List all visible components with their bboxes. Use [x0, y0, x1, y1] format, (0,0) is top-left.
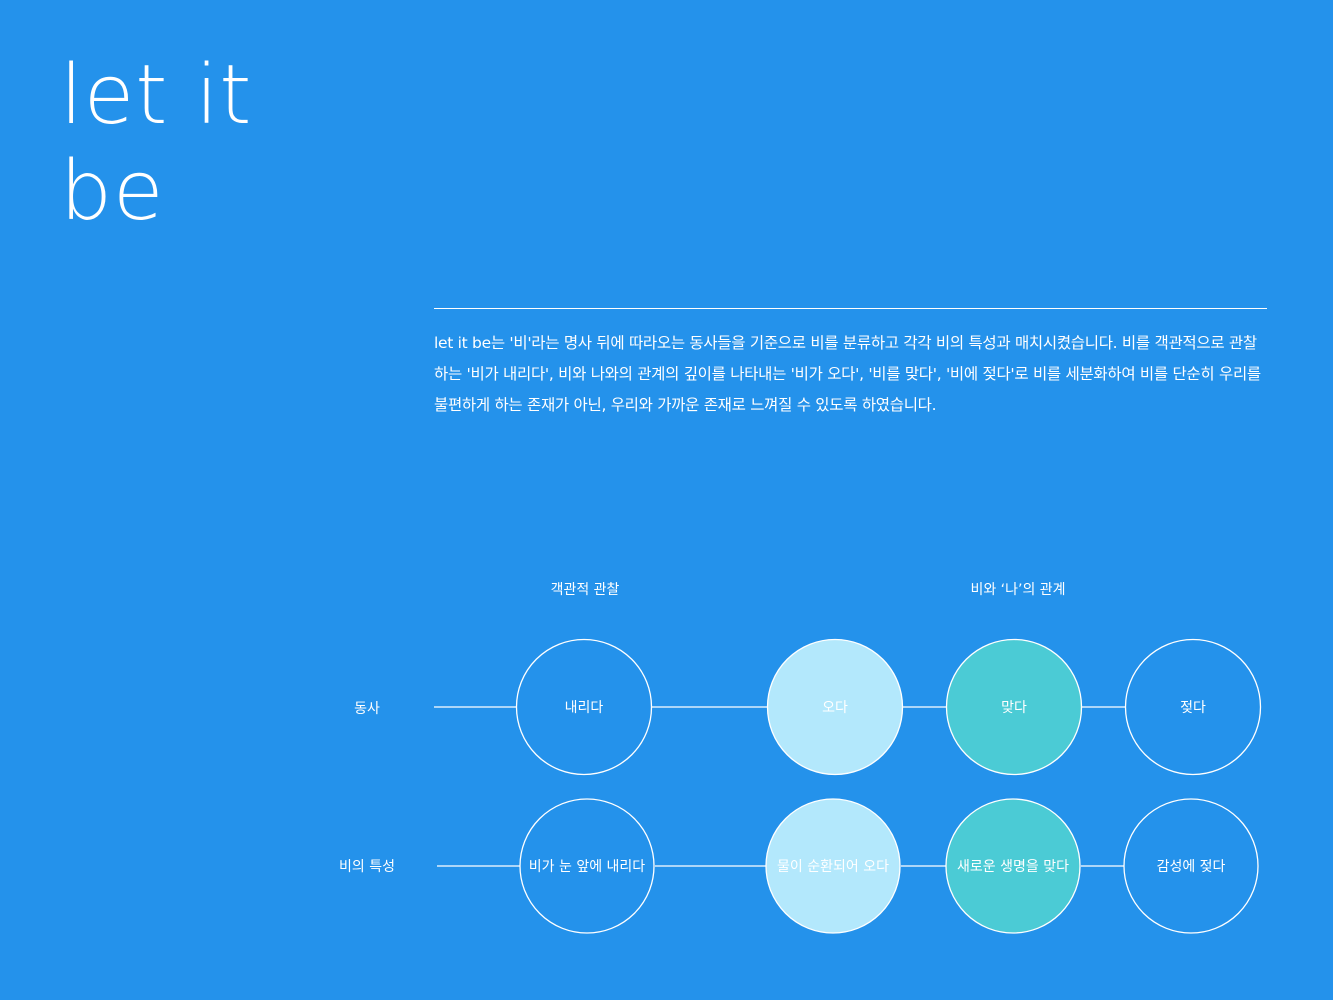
verb-label: 오다 — [822, 700, 848, 716]
verb-node: 젖다 — [1124, 638, 1262, 776]
trait-node: 비가 눈 앞에 내리다 — [519, 798, 655, 934]
verb-node: 내리다 — [515, 638, 653, 776]
verb-node: 오다 — [766, 638, 904, 776]
verb-label: 내리다 — [565, 700, 604, 716]
trait-node: 물이 순환되어 오다 — [765, 798, 901, 934]
row-header-trait: 비의 특성 — [339, 859, 395, 875]
column-header-objective: 객관적 관찰 — [551, 582, 620, 598]
column-header-relationship: 비와 ‘나’의 관계 — [970, 582, 1065, 598]
trait-label: 물이 순환되어 오다 — [777, 859, 889, 875]
rain-verb-diagram: 객관적 관찰 비와 ‘나’의 관계 동사 비의 특성 내리다 오다 맞다 젖다 … — [339, 582, 1262, 934]
verb-node: 맞다 — [945, 638, 1083, 776]
trait-label: 감성에 젖다 — [1157, 859, 1226, 875]
trait-label: 비가 눈 앞에 내리다 — [529, 859, 646, 875]
trait-label: 새로운 생명을 맞다 — [957, 859, 1069, 875]
verb-label: 맞다 — [1001, 700, 1027, 716]
trait-node: 감성에 젖다 — [1123, 798, 1259, 934]
trait-node: 새로운 생명을 맞다 — [945, 798, 1081, 934]
verb-label: 젖다 — [1180, 700, 1206, 716]
row-header-verb: 동사 — [354, 701, 380, 717]
